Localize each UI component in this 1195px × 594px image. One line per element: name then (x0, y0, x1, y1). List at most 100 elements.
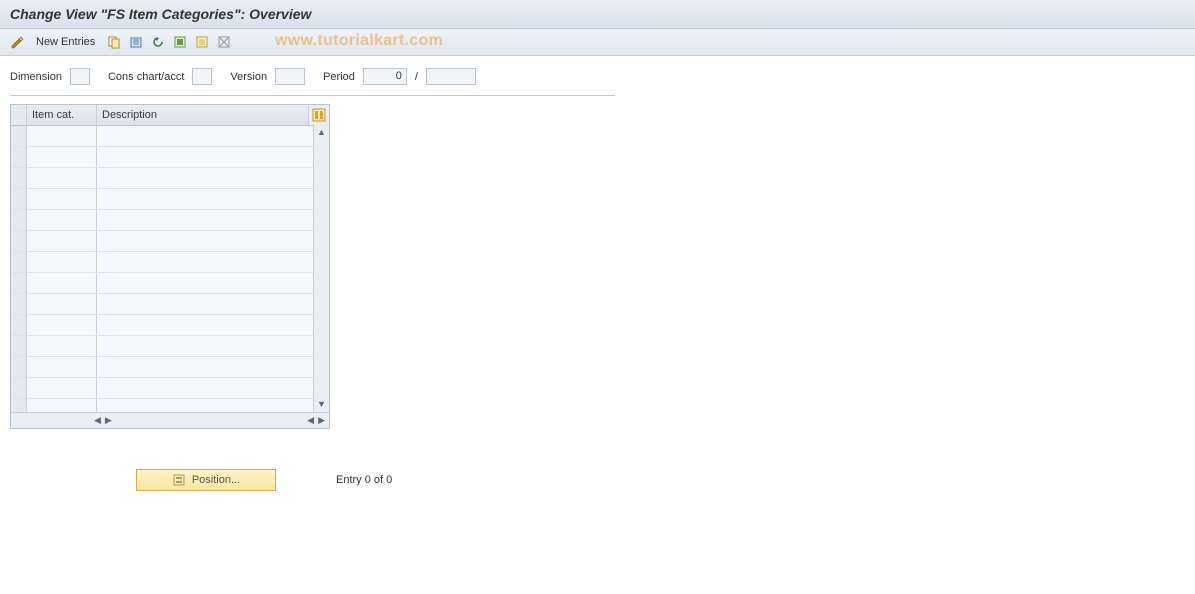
position-icon (172, 473, 186, 487)
cell-description[interactable] (97, 378, 329, 398)
period-field: Period 0 / (323, 68, 476, 85)
period-separator: / (415, 71, 418, 83)
deselect-all-icon[interactable] (215, 33, 233, 51)
cell-item-cat[interactable] (27, 147, 97, 167)
horizontal-scrollbar[interactable]: ◀ ▶ ◀ ▶ (11, 412, 329, 428)
row-selector[interactable] (11, 399, 27, 412)
table-row[interactable] (11, 168, 329, 189)
scroll-left-icon[interactable]: ◀ (94, 416, 101, 425)
grid-header: Item cat. Description (11, 105, 329, 126)
cell-description[interactable] (97, 336, 329, 356)
cell-item-cat[interactable] (27, 231, 97, 251)
cell-item-cat[interactable] (27, 399, 97, 412)
configure-columns-icon[interactable] (309, 105, 329, 125)
cons-chart-label: Cons chart/acct (108, 71, 184, 83)
cell-item-cat[interactable] (27, 294, 97, 314)
table-row[interactable] (11, 231, 329, 252)
footer-row: Position... Entry 0 of 0 (136, 469, 1195, 491)
period-year-input[interactable] (426, 68, 476, 85)
toolbar: New Entries www.tutorialkart.com (0, 29, 1195, 56)
delete-icon[interactable] (127, 33, 145, 51)
select-block-icon[interactable] (193, 33, 211, 51)
version-input[interactable] (275, 68, 305, 85)
data-grid: Item cat. Description ▲ ▼ ◀ ▶ ◀ ▶ (10, 104, 330, 429)
row-selector[interactable] (11, 210, 27, 230)
cell-item-cat[interactable] (27, 252, 97, 272)
row-selector[interactable] (11, 147, 27, 167)
cell-description[interactable] (97, 231, 329, 251)
scroll-right2-icon[interactable]: ▶ (318, 416, 325, 425)
cons-chart-field: Cons chart/acct (108, 68, 212, 85)
select-all-icon[interactable] (171, 33, 189, 51)
scroll-left2-icon[interactable]: ◀ (307, 416, 314, 425)
toggle-display-change-icon[interactable] (8, 33, 26, 51)
row-selector[interactable] (11, 231, 27, 251)
copy-icon[interactable] (105, 33, 123, 51)
table-row[interactable] (11, 294, 329, 315)
cell-description[interactable] (97, 168, 329, 188)
table-row[interactable] (11, 315, 329, 336)
cons-chart-input[interactable] (192, 68, 212, 85)
table-row[interactable] (11, 336, 329, 357)
cell-item-cat[interactable] (27, 357, 97, 377)
cell-item-cat[interactable] (27, 273, 97, 293)
row-selector[interactable] (11, 252, 27, 272)
cell-description[interactable] (97, 294, 329, 314)
table-row[interactable] (11, 189, 329, 210)
cell-item-cat[interactable] (27, 315, 97, 335)
cell-description[interactable] (97, 273, 329, 293)
cell-item-cat[interactable] (27, 126, 97, 146)
undo-icon[interactable] (149, 33, 167, 51)
filter-row: Dimension Cons chart/acct Version Period… (0, 56, 1195, 95)
scroll-right-icon[interactable]: ▶ (105, 416, 112, 425)
row-selector[interactable] (11, 336, 27, 356)
page-title: Change View "FS Item Categories": Overvi… (0, 0, 1195, 29)
row-selector[interactable] (11, 189, 27, 209)
divider (10, 95, 615, 96)
new-entries-button[interactable]: New Entries (30, 34, 101, 50)
table-row[interactable] (11, 147, 329, 168)
version-field: Version (230, 68, 305, 85)
table-row[interactable] (11, 252, 329, 273)
cell-item-cat[interactable] (27, 378, 97, 398)
table-row[interactable] (11, 126, 329, 147)
cell-description[interactable] (97, 126, 329, 146)
period-input[interactable]: 0 (363, 68, 407, 85)
cell-description[interactable] (97, 399, 329, 412)
cell-description[interactable] (97, 189, 329, 209)
position-button[interactable]: Position... (136, 469, 276, 491)
row-selector[interactable] (11, 168, 27, 188)
column-item-cat[interactable]: Item cat. (27, 105, 97, 125)
cell-item-cat[interactable] (27, 210, 97, 230)
dimension-input[interactable] (70, 68, 90, 85)
row-selector[interactable] (11, 273, 27, 293)
period-label: Period (323, 71, 355, 83)
table-row[interactable] (11, 273, 329, 294)
cell-description[interactable] (97, 315, 329, 335)
table-row[interactable] (11, 378, 329, 399)
scroll-down-icon[interactable]: ▼ (314, 397, 329, 412)
table-row[interactable] (11, 210, 329, 231)
row-selector[interactable] (11, 315, 27, 335)
table-row[interactable] (11, 399, 329, 412)
row-selector[interactable] (11, 357, 27, 377)
version-label: Version (230, 71, 267, 83)
grid-body (11, 126, 329, 412)
vertical-scrollbar[interactable]: ▲ ▼ (313, 125, 329, 412)
cell-item-cat[interactable] (27, 189, 97, 209)
cell-description[interactable] (97, 147, 329, 167)
row-selector[interactable] (11, 378, 27, 398)
row-selector[interactable] (11, 294, 27, 314)
select-all-column[interactable] (11, 105, 27, 125)
entry-count-label: Entry 0 of 0 (336, 474, 392, 486)
cell-item-cat[interactable] (27, 168, 97, 188)
column-description[interactable]: Description (97, 105, 309, 125)
table-row[interactable] (11, 357, 329, 378)
cell-description[interactable] (97, 252, 329, 272)
scroll-up-icon[interactable]: ▲ (314, 125, 329, 140)
cell-description[interactable] (97, 357, 329, 377)
row-selector[interactable] (11, 126, 27, 146)
position-label: Position... (192, 474, 240, 486)
cell-item-cat[interactable] (27, 336, 97, 356)
cell-description[interactable] (97, 210, 329, 230)
